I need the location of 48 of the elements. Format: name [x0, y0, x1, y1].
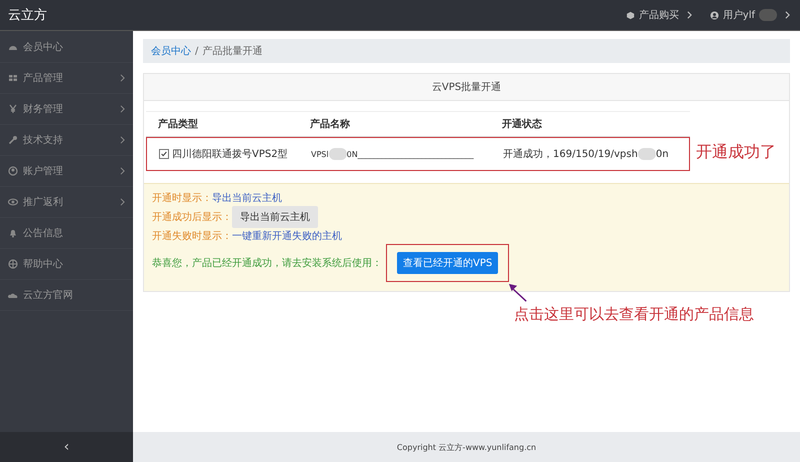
copyright-text: Copyright 云立方-www.yunlifang.cn — [396, 442, 536, 452]
status-text: 0n — [656, 148, 669, 160]
breadcrumb-link[interactable]: 会员中心 — [151, 44, 191, 58]
chevron-icon — [785, 11, 790, 19]
notice-label: 开通成功后显示： — [152, 210, 232, 224]
product-name: 0N_____________________________ — [346, 150, 474, 158]
column-header: 开通状态 — [501, 118, 543, 131]
blurred-patch — [638, 148, 656, 160]
chevron-icon — [120, 198, 125, 206]
eye-icon — [8, 197, 18, 207]
box-icon — [626, 10, 635, 20]
notice-link[interactable]: 导出当前云主机 — [212, 191, 282, 205]
top-menu-link[interactable]: 产品购买 — [626, 8, 692, 22]
blurred-patch — [759, 9, 777, 21]
globe-icon — [8, 259, 18, 269]
card-title: 云VPS批量开通 — [144, 74, 789, 101]
yen-icon — [8, 104, 18, 114]
column-header: 产品类型 — [157, 118, 199, 131]
notice-link[interactable]: 一键重新开通失败的主机 — [232, 229, 342, 243]
product-name: VPSl — [311, 150, 329, 158]
bell-icon — [8, 228, 18, 238]
top-menu-link[interactable]: 用户ylf — [710, 8, 790, 22]
product-type: 四川德阳联通拨号VPS2型 — [172, 148, 288, 161]
chevron-icon — [686, 11, 692, 19]
breadcrumb-separator: / — [195, 46, 198, 56]
status-text: 开通成功，169/150/19/vpsh — [503, 148, 638, 161]
blurred-patch — [328, 148, 347, 160]
export-button[interactable]: 导出当前云主机 — [232, 206, 318, 228]
chevron-icon — [120, 167, 125, 175]
chevron-icon — [120, 105, 125, 113]
user-icon — [710, 10, 719, 20]
arrow-drawing — [508, 283, 528, 303]
notice-label: 恭喜您，产品已经开通成功，请去安装系统后使用： — [152, 256, 382, 270]
chevron-icon — [120, 74, 125, 82]
annotation-text: 开通成功了 — [696, 142, 776, 163]
wrench-icon — [8, 135, 18, 145]
grid-icon — [8, 73, 18, 83]
user-icon — [8, 166, 18, 176]
column-header: 产品名称 — [309, 118, 351, 131]
site-logo[interactable]: 云立方 — [8, 6, 47, 24]
checkbox[interactable] — [159, 149, 169, 159]
annotation-text: 点击这里可以去查看开通的产品信息 — [514, 305, 754, 324]
chevron-icon — [120, 136, 125, 144]
view-vps-button[interactable]: 查看已经开通的VPS — [397, 252, 498, 274]
collapse-button[interactable]: ‹ — [0, 432, 133, 462]
notice-label: 开通失败时显示： — [152, 230, 232, 243]
breadcrumb-link[interactable]: 产品批量开通 — [202, 44, 262, 58]
notice-label: 开通时显示： — [152, 192, 212, 205]
